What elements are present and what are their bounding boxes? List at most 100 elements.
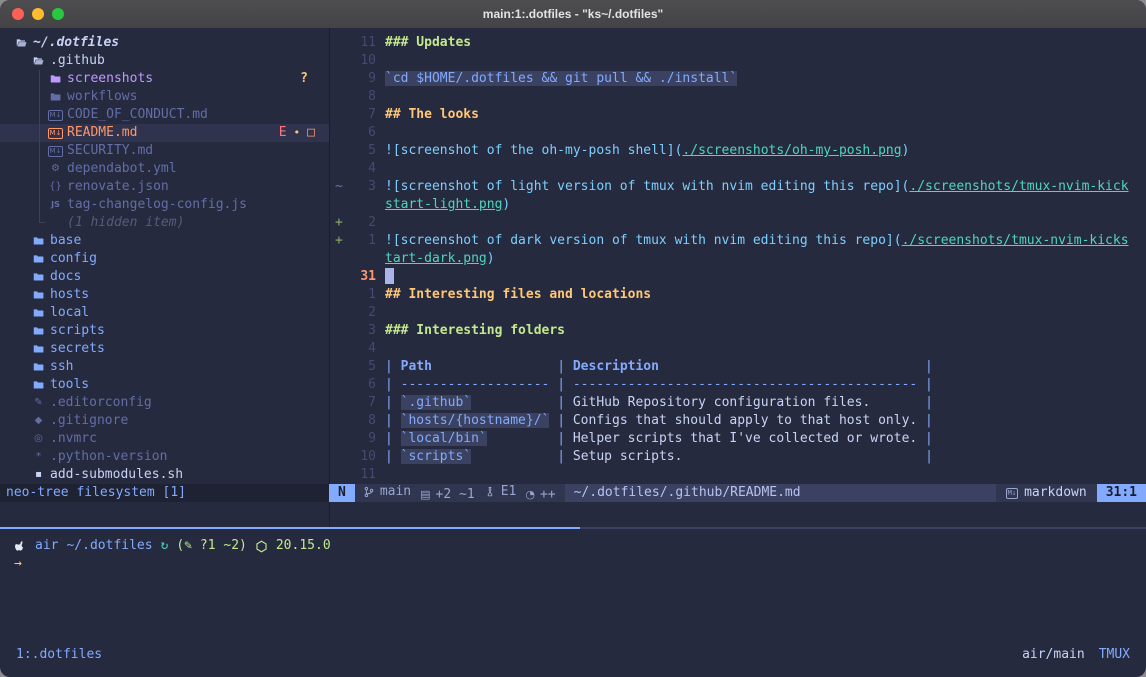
gitsigns-sign: +	[330, 232, 349, 250]
editor-line[interactable]: 5| Path | Description |	[330, 358, 1146, 376]
minimize-button[interactable]	[32, 8, 44, 20]
mode-indicator: N	[329, 484, 355, 502]
zoom-button[interactable]	[52, 8, 64, 20]
editor-line[interactable]: 10| `scripts` | Setup scripts. |	[330, 448, 1146, 466]
titlebar[interactable]: main:1:.dotfiles - "ks~/.dotfiles"	[0, 0, 1146, 28]
tree-item--1-hidden-item-[interactable]: (1 hidden item)	[0, 214, 329, 232]
editor-line[interactable]: 5![screenshot of the oh-my-posh shell](.…	[330, 142, 1146, 160]
sign-column	[330, 160, 349, 178]
tree-item-tools[interactable]: tools	[0, 376, 329, 394]
tree-item-hosts[interactable]: hosts	[0, 286, 329, 304]
editor-line[interactable]: 4	[330, 160, 1146, 178]
editor-line[interactable]: 9| `local/bin` | Helper scripts that I'v…	[330, 430, 1146, 448]
editor-line[interactable]: 3### Interesting folders	[330, 322, 1146, 340]
line-text: ## The looks	[385, 106, 1146, 124]
tree-item-readme-md[interactable]: M↓README.mdE•□	[0, 124, 329, 142]
tree-item--editorconfig[interactable]: ✎.editorconfig	[0, 394, 329, 412]
line-number: 8	[349, 88, 376, 106]
tree-item-label: renovate.json	[67, 178, 169, 196]
tree-item--github[interactable]: .github	[0, 52, 329, 70]
sign-column	[330, 52, 349, 70]
line-text: | `local/bin` | Helper scripts that I've…	[385, 430, 1146, 448]
tmux-mode-label: TMUX	[1099, 646, 1130, 664]
filetype-label: markdown	[1024, 484, 1087, 502]
editor-line[interactable]: 11	[330, 466, 1146, 484]
editor-line[interactable]: ~3![screenshot of light version of tmux …	[330, 178, 1146, 196]
editor-line[interactable]: start-light.png)	[330, 196, 1146, 214]
editor-line[interactable]: 7| `.github` | GitHub Repository configu…	[330, 394, 1146, 412]
tree-item--gitignore[interactable]: ◆.gitignore	[0, 412, 329, 430]
editor-line[interactable]: 11### Updates	[330, 34, 1146, 52]
sign-column	[330, 412, 349, 430]
prompt-arrow[interactable]: →	[0, 555, 1146, 573]
line-text	[385, 304, 1146, 322]
editor-line[interactable]: 10	[330, 52, 1146, 70]
editor-line[interactable]: 6| ------------------- | ---------------…	[330, 376, 1146, 394]
close-button[interactable]	[12, 8, 24, 20]
tree-item-add-submodules-sh[interactable]: ▪add-submodules.sh	[0, 466, 329, 484]
editor-line[interactable]: +1![screenshot of dark version of tmux w…	[330, 232, 1146, 250]
folder-icon	[31, 307, 46, 319]
editor-line[interactable]: tart-dark.png)	[330, 250, 1146, 268]
line-text	[385, 88, 1146, 106]
editor-line[interactable]: 7## The looks	[330, 106, 1146, 124]
tree-item-label: .github	[50, 52, 105, 70]
text-segment-h2: ## Interesting files and locations	[385, 287, 651, 302]
editor-line[interactable]: 8	[330, 88, 1146, 106]
editor-line[interactable]: 6	[330, 124, 1146, 142]
tmux-window-label[interactable]: 1:.dotfiles	[16, 646, 102, 664]
diamond-icon: ◆	[31, 412, 46, 430]
tree-item-dependabot-yml[interactable]: ⚙dependabot.yml	[0, 160, 329, 178]
neo-tree-sidebar[interactable]: ~/.dotfiles.githubscreenshots?workflowsM…	[0, 28, 330, 527]
tree-item-workflows[interactable]: workflows	[0, 88, 329, 106]
tree-item-base[interactable]: base	[0, 232, 329, 250]
editor-line[interactable]: 31	[330, 268, 1146, 286]
sign-column	[330, 70, 349, 88]
shell-pane[interactable]: air~/.dotfiles↻(✎ ?1 ~2)20.15.0 →	[0, 529, 1146, 645]
editor[interactable]: 11### Updates 10 9`cd $HOME/.dotfiles &&…	[330, 28, 1146, 484]
tree-item-ssh[interactable]: ssh	[0, 358, 329, 376]
tree-item--python-version[interactable]: *.python-version	[0, 448, 329, 466]
folder-icon	[31, 325, 46, 337]
gear-icon: ⚙	[48, 160, 63, 178]
markdown-icon: M↓	[48, 110, 63, 121]
folder-icon	[31, 271, 46, 283]
tree-item-label: config	[50, 250, 97, 268]
tree-item--dotfiles[interactable]: ~/.dotfiles	[0, 34, 329, 52]
tree-item-local[interactable]: local	[0, 304, 329, 322]
text-segment-pipe: |	[385, 449, 401, 464]
editor-line[interactable]: 4	[330, 340, 1146, 358]
editor-line[interactable]: 8| `hosts/{hostname}/` | Configs that sh…	[330, 412, 1146, 430]
line-text	[385, 340, 1146, 358]
tree-item-label: .gitignore	[50, 412, 128, 430]
tree-item-tag-changelog-config-js[interactable]: JStag-changelog-config.js	[0, 196, 329, 214]
tree-item-config[interactable]: config	[0, 250, 329, 268]
line-text	[385, 124, 1146, 142]
tree-item-security-md[interactable]: M↓SECURITY.md	[0, 142, 329, 160]
text-segment-pipe: |	[549, 449, 572, 464]
text-segment-pipe: |	[917, 359, 933, 374]
line-text: | `scripts` | Setup scripts. |	[385, 448, 1146, 466]
editor-line[interactable]: 9`cd $HOME/.dotfiles && git pull && ./in…	[330, 70, 1146, 88]
line-text	[385, 160, 1146, 178]
editor-line[interactable]: +2	[330, 214, 1146, 232]
text-segment-th: Path	[401, 359, 432, 374]
text-segment-pipe: |	[917, 431, 933, 446]
text-segment-img: )	[502, 197, 510, 212]
status-marker: •	[294, 124, 301, 142]
text-segment-plain	[487, 431, 550, 446]
editor-line[interactable]: 1## Interesting files and locations	[330, 286, 1146, 304]
text-segment-h3: ### Updates	[385, 35, 471, 50]
line-number: 6	[349, 124, 376, 142]
tree-item-docs[interactable]: docs	[0, 268, 329, 286]
text-segment-img: )	[487, 251, 495, 266]
tree-item-code-of-conduct-md[interactable]: M↓CODE_OF_CONDUCT.md	[0, 106, 329, 124]
tree-item-secrets[interactable]: secrets	[0, 340, 329, 358]
tree-item-scripts[interactable]: scripts	[0, 322, 329, 340]
editor-line[interactable]: 2	[330, 304, 1146, 322]
tree-item-screenshots[interactable]: screenshots?	[0, 70, 329, 88]
tree-item--nvmrc[interactable]: ◎.nvmrc	[0, 430, 329, 448]
line-number: 5	[349, 358, 376, 376]
tree-item-renovate-json[interactable]: {}renovate.json	[0, 178, 329, 196]
line-text: | ------------------- | ----------------…	[385, 376, 1146, 394]
